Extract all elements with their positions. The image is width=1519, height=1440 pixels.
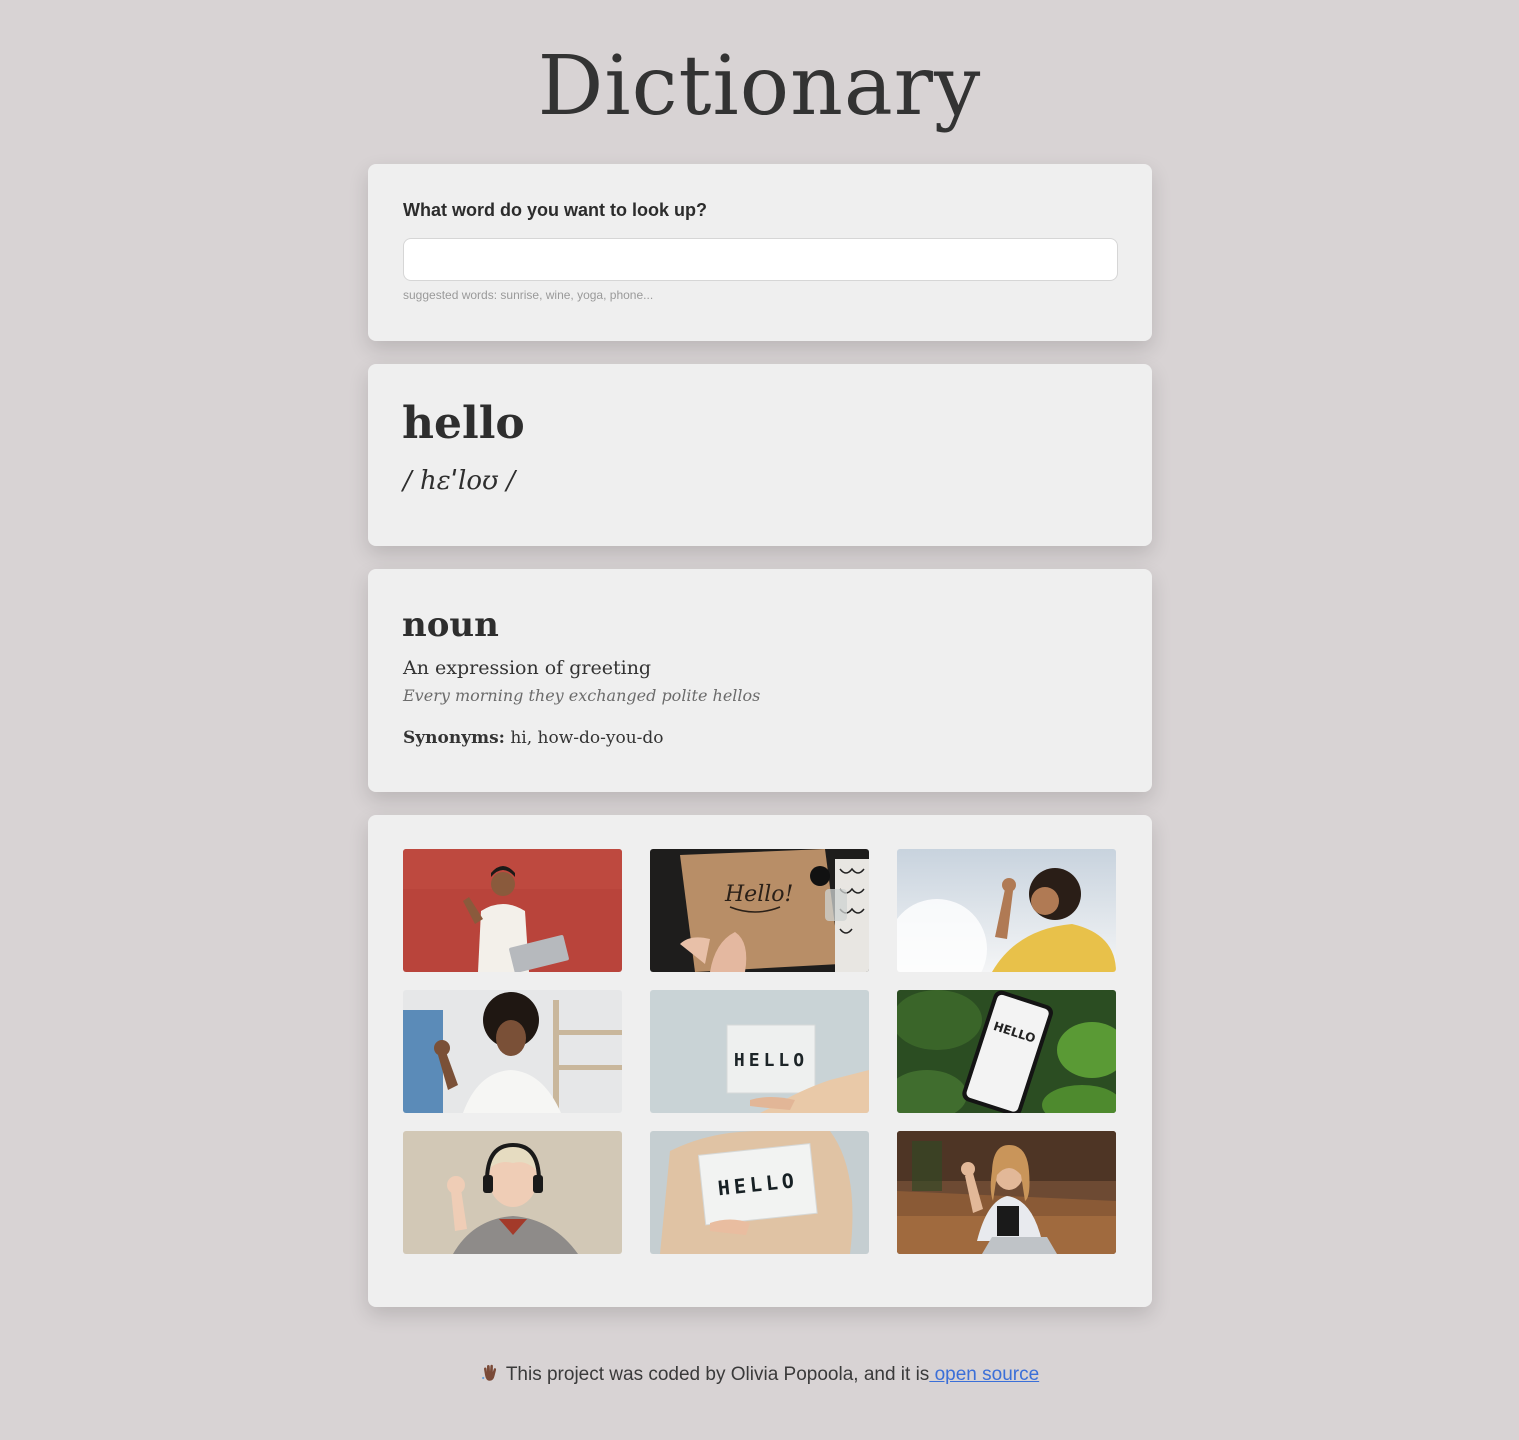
search-card: What word do you want to look up? sugges… — [368, 164, 1152, 341]
synonyms-label: Synonyms: — [403, 728, 505, 748]
search-input[interactable] — [403, 238, 1118, 281]
photo-hello-lightbox-image: HELLO — [650, 990, 869, 1113]
calligraphy-sign-text: Hello! — [724, 882, 793, 907]
search-label: What word do you want to look up? — [403, 200, 707, 220]
word-card: hello / hɛˈloʊ / — [368, 364, 1152, 546]
synonyms-list: hi, how-do-you-do — [510, 728, 664, 748]
photo-man-waving-red-wall-image — [403, 849, 622, 972]
definition-text: An expression of greeting — [403, 657, 652, 679]
photo-woman-waving-sky[interactable] — [897, 849, 1116, 972]
phonetic-text: / hɛˈloʊ / — [403, 466, 516, 496]
photo-hello-sign-held-image: HELLO — [650, 1131, 869, 1254]
photo-hello-phone-leaves-image: HELLO — [897, 990, 1116, 1113]
photo-person-headphones-waving-image — [403, 1131, 622, 1254]
photo-girl-waving-room-image — [403, 990, 622, 1113]
photo-hello-phone-leaves[interactable]: HELLO — [897, 990, 1116, 1113]
waving-hand-icon — [480, 1363, 500, 1383]
page-title: Dictionary — [537, 39, 982, 134]
open-source-link[interactable]: open source — [929, 1364, 1040, 1385]
photo-grid: Hello! HELLO HELLO HELLO — [403, 849, 1118, 1254]
photo-woman-laptop-waving-image — [897, 1131, 1116, 1254]
photo-hello-sign-held[interactable]: HELLO — [650, 1131, 869, 1254]
photo-woman-waving-sky-image — [897, 849, 1116, 972]
photo-hello-calligraphy-image: Hello! — [650, 849, 869, 972]
photo-hello-lightbox[interactable]: HELLO — [650, 990, 869, 1113]
part-of-speech: noun — [402, 605, 499, 645]
lightbox-sign-text: HELLO — [734, 1050, 808, 1071]
search-hint: suggested words: sunrise, wine, yoga, ph… — [403, 288, 654, 302]
footer-text: This project was coded by Olivia Popoola… — [505, 1364, 930, 1385]
synonyms-row: Synonyms: hi, how-do-you-do — [403, 728, 664, 748]
photo-person-headphones-waving[interactable] — [403, 1131, 622, 1254]
footer: This project was coded by Olivia Popoola… — [0, 1363, 1519, 1386]
photo-girl-waving-room[interactable] — [403, 990, 622, 1113]
photos-card: Hello! HELLO HELLO HELLO — [368, 815, 1152, 1307]
word-heading: hello — [402, 398, 525, 449]
photo-man-waving-red-wall[interactable] — [403, 849, 622, 972]
photo-hello-calligraphy[interactable]: Hello! — [650, 849, 869, 972]
photo-woman-laptop-waving[interactable] — [897, 1131, 1116, 1254]
example-text: Every morning they exchanged polite hell… — [403, 686, 761, 705]
meaning-card: noun An expression of greeting Every mor… — [368, 569, 1152, 792]
